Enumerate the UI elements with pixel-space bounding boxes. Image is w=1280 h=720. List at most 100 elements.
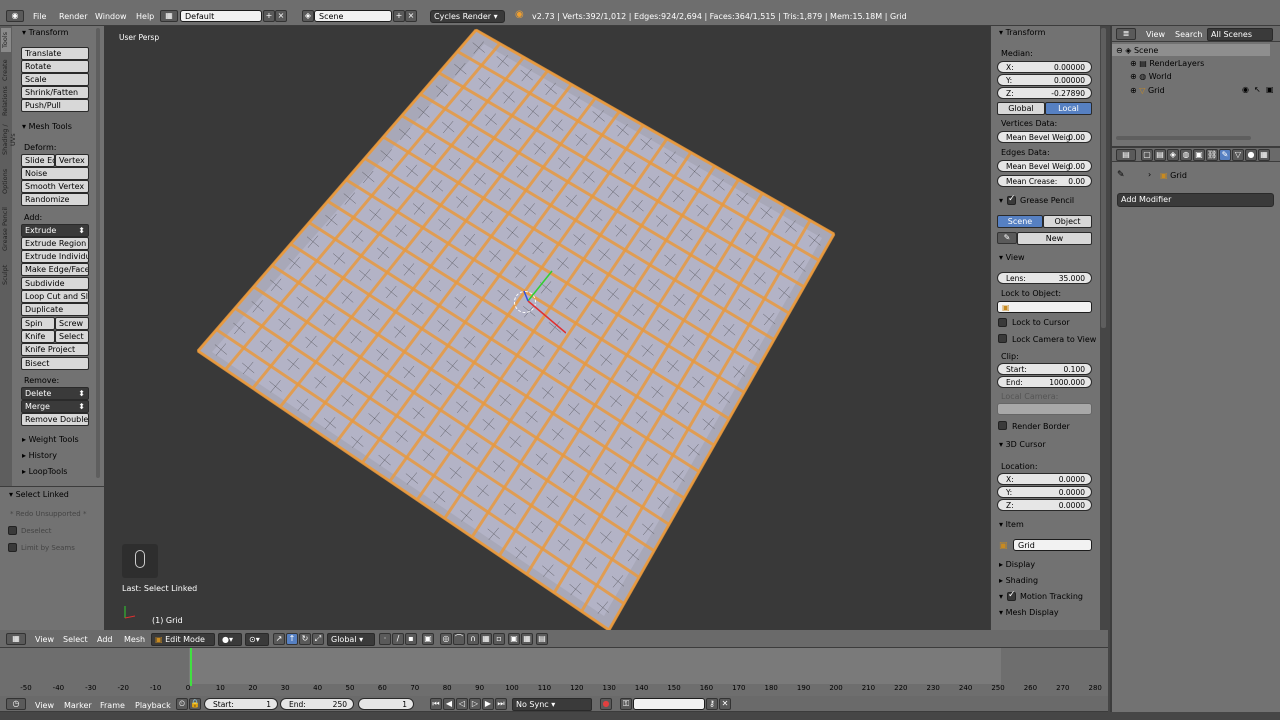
mesh-tools-panel-header[interactable]: ▾ Mesh Tools <box>22 122 72 131</box>
randomize-button[interactable]: Randomize <box>21 193 89 206</box>
merge-button[interactable]: Merge ⬍ <box>21 400 89 413</box>
sync-mode-select[interactable]: No Sync ▾ <box>512 698 592 711</box>
display-panel-header[interactable]: ▸ Display <box>999 560 1035 569</box>
lock-object-field[interactable]: ▣ <box>997 301 1092 313</box>
select-linked-header[interactable]: ▾ Select Linked <box>9 490 69 499</box>
cursor-y-field[interactable]: Y: 0.0000 <box>997 486 1092 498</box>
timeline-editor-icon[interactable]: ◷ <box>6 698 26 710</box>
render-border-checkbox[interactable] <box>998 421 1007 430</box>
timeline-playback-menu[interactable]: Playback <box>135 701 171 710</box>
history-panel-header[interactable]: ▸ History <box>22 451 57 460</box>
lock-camera-checkbox[interactable] <box>998 334 1007 343</box>
knife-project-button[interactable]: Knife Project <box>21 343 89 356</box>
knife-select-button[interactable]: Select <box>55 330 89 343</box>
visibility-eye-icon[interactable]: ◉ <box>1242 85 1249 94</box>
rotate-button[interactable]: Rotate <box>21 60 89 73</box>
looptools-panel-header[interactable]: ▸ LoopTools <box>22 467 67 476</box>
subdivide-button[interactable]: Subdivide <box>21 277 89 290</box>
cursor-z-field[interactable]: Z: 0.0000 <box>997 499 1092 511</box>
remove-screen-icon[interactable]: × <box>275 10 287 22</box>
view3d-mesh-menu[interactable]: Mesh <box>124 635 145 644</box>
outliner-renderlayers-item[interactable]: ⊕ ▤ RenderLayers <box>1130 59 1204 68</box>
duplicate-button[interactable]: Duplicate <box>21 303 89 316</box>
material-tab-icon[interactable]: ● <box>1245 149 1257 161</box>
insert-key-icon[interactable]: ⚷ <box>706 698 718 710</box>
vertex-slide-button[interactable]: Vertex <box>55 154 89 167</box>
lens-field[interactable]: Lens: 35.000 <box>997 272 1092 284</box>
render-tab-icon[interactable]: ▢ <box>1141 149 1153 161</box>
cursor-x-field[interactable]: X: 0.0000 <box>997 473 1092 485</box>
view3d-view-menu[interactable]: View <box>35 635 54 644</box>
outliner-view-menu[interactable]: View <box>1146 30 1165 39</box>
loop-cut-slide-button[interactable]: Loop Cut and Slide <box>21 290 89 303</box>
outliner-grid-item[interactable]: ⊕ ▽ Grid <box>1130 86 1165 95</box>
edge-select-icon[interactable]: / <box>392 633 404 645</box>
shelf-scrollbar[interactable] <box>96 28 100 478</box>
translate-manip-icon[interactable]: ↑ <box>286 633 298 645</box>
start-frame-field[interactable]: Start: 1 <box>204 698 278 710</box>
vertex-select-icon[interactable]: · <box>379 633 391 645</box>
tab-tools[interactable]: Tools <box>1 28 11 52</box>
opengl-render-icon[interactable]: ▣ <box>508 633 520 645</box>
grease-new-button[interactable]: New <box>1017 232 1092 245</box>
median-y-field[interactable]: Y: 0.00000 <box>997 74 1092 86</box>
rotate-manip-icon[interactable]: ↻ <box>299 633 311 645</box>
grease-scene-toggle[interactable]: Scene <box>997 215 1043 228</box>
remove-scene-icon[interactable]: × <box>405 10 417 22</box>
modifiers-tab-icon[interactable]: ✎ <box>1219 149 1231 161</box>
make-edge-face-button[interactable]: Make Edge/Face <box>21 263 89 276</box>
transform-manipulator-icon[interactable] <box>516 261 566 341</box>
weight-tools-panel-header[interactable]: ▸ Weight Tools <box>22 435 79 444</box>
jump-end-icon[interactable]: ⏭ <box>495 698 507 710</box>
item-panel-header[interactable]: ▾ Item <box>999 520 1024 529</box>
extrude-individual-button[interactable]: Extrude Individual <box>21 250 89 263</box>
clip-start-field[interactable]: Start: 0.100 <box>997 363 1092 375</box>
motion-tracking-header[interactable]: ▾ <box>999 592 1003 601</box>
scene-field[interactable]: Scene <box>314 10 392 22</box>
snap-toggle-icon[interactable]: ∩ <box>467 633 479 645</box>
proportional-edit-icon[interactable]: ◎ <box>440 633 452 645</box>
timeline-view-menu[interactable]: View <box>35 701 54 710</box>
deselect-checkbox[interactable] <box>8 526 17 535</box>
timeline-current-frame[interactable] <box>190 648 192 686</box>
snap-target-icon[interactable]: ▫ <box>493 633 505 645</box>
occlude-geometry-icon[interactable]: ▣ <box>422 633 434 645</box>
texture-tab-icon[interactable]: ▦ <box>1258 149 1270 161</box>
noise-button[interactable]: Noise <box>21 167 89 180</box>
global-toggle[interactable]: Global <box>997 102 1045 115</box>
smooth-vertex-button[interactable]: Smooth Vertex <box>21 180 89 193</box>
tab-options[interactable]: Options <box>1 166 11 196</box>
bisect-button[interactable]: Bisect <box>21 357 89 370</box>
3d-cursor-header[interactable]: ▾ 3D Cursor <box>999 440 1046 449</box>
view3d-add-menu[interactable]: Add <box>97 635 113 644</box>
keying-set-icon[interactable]: ⚿ <box>620 698 632 710</box>
pencil-icon[interactable]: ✎ <box>997 232 1017 244</box>
mode-select[interactable]: ▣ Edit Mode <box>151 633 215 646</box>
grease-pencil-checkbox[interactable] <box>1007 194 1016 205</box>
next-key-icon[interactable]: ▶ <box>482 698 494 710</box>
scene-icon[interactable]: ◈ <box>302 10 314 22</box>
transform-properties-header[interactable]: ▾ Transform <box>999 28 1045 37</box>
limit-seams-checkbox[interactable] <box>8 543 17 552</box>
transform-panel-header[interactable]: ▾ Transform <box>22 28 68 37</box>
mesh-display-header[interactable]: ▾ Mesh Display <box>999 608 1059 617</box>
object-tab-icon[interactable]: ▣ <box>1193 149 1205 161</box>
screw-button[interactable]: Screw <box>55 317 89 330</box>
shrink-fatten-button[interactable]: Shrink/Fatten <box>21 86 89 99</box>
local-toggle[interactable]: Local <box>1045 102 1092 115</box>
falloff-icon[interactable]: ⌒ <box>453 633 465 645</box>
tab-sculpt[interactable]: Sculpt <box>1 261 11 289</box>
clip-end-field[interactable]: End: 1000.000 <box>997 376 1092 388</box>
motion-tracking-checkbox[interactable] <box>1007 590 1016 601</box>
play-reverse-icon[interactable]: ◁ <box>456 698 468 710</box>
record-icon[interactable]: ● <box>600 698 612 710</box>
view3d-editor-icon[interactable]: ▦ <box>6 633 26 645</box>
constraints-tab-icon[interactable]: ⛓ <box>1206 149 1218 161</box>
add-screen-icon[interactable]: + <box>263 10 275 22</box>
outliner-scene-item[interactable]: ⊖ ◈ Scene <box>1116 46 1158 55</box>
preview-range-icon[interactable]: ⏲ <box>176 698 188 710</box>
scene-tab-icon[interactable]: ◈ <box>1167 149 1179 161</box>
menu-file[interactable]: File <box>33 8 46 25</box>
viewport-3d[interactable]: User Persp Last: Select Linked (1) Grid <box>104 26 990 630</box>
view3d-select-menu[interactable]: Select <box>63 635 88 644</box>
